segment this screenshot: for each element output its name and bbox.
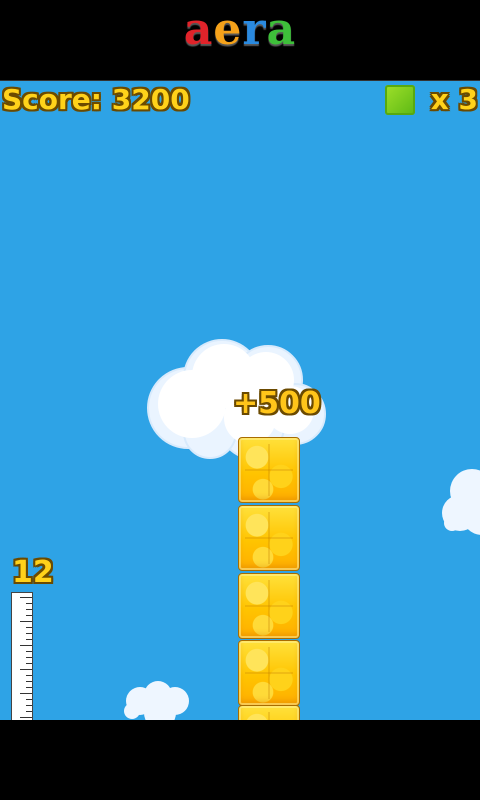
lives-label: x 3 [430,83,478,116]
aera-logo: aera [0,6,480,54]
game-sky[interactable]: Score: 3200 x 3 +500 12 [0,81,480,720]
score-label: Score: 3200 [2,83,190,116]
ruler-icon [11,592,33,720]
ad-banner[interactable]: aera [0,0,480,81]
green-block-icon [384,84,415,115]
tower-block [238,705,300,720]
ruler-tick [26,603,32,604]
logo-letter-e: e [213,4,243,55]
ruler-tick [26,639,32,640]
tower-block [238,640,300,706]
ruler-tick [26,633,32,634]
ruler-tick [26,687,32,688]
cloud-right-edge [442,469,480,535]
ruler-tick [26,627,32,628]
ruler-tick [20,621,32,622]
ruler-tick [26,651,32,652]
ruler-tick [26,657,32,658]
logo-letter-r: r [242,4,267,55]
logo-letter-a2: a [266,4,297,55]
tower-block [238,437,300,503]
ruler-tick [20,693,32,694]
ruler-tick [26,675,32,676]
bonus-popup: +500 [233,386,321,421]
tower-block [238,505,300,571]
logo-letter-a1: a [183,4,214,55]
ruler-tick [26,711,32,712]
bottom-bar [0,720,480,800]
cloud-small [124,681,189,720]
ruler-tick [26,615,32,616]
ruler-tick [20,717,32,718]
ruler-tick [20,597,32,598]
ruler-tick [26,681,32,682]
ruler-tick [26,609,32,610]
ruler-tick [20,645,32,646]
ruler-tick [26,699,32,700]
ruler-tick [20,669,32,670]
ruler-tick [26,705,32,706]
tower-block [238,573,300,639]
tower-height-label: 12 [12,555,54,590]
ruler-tick [26,663,32,664]
lives-counter: x 3 [384,83,478,116]
